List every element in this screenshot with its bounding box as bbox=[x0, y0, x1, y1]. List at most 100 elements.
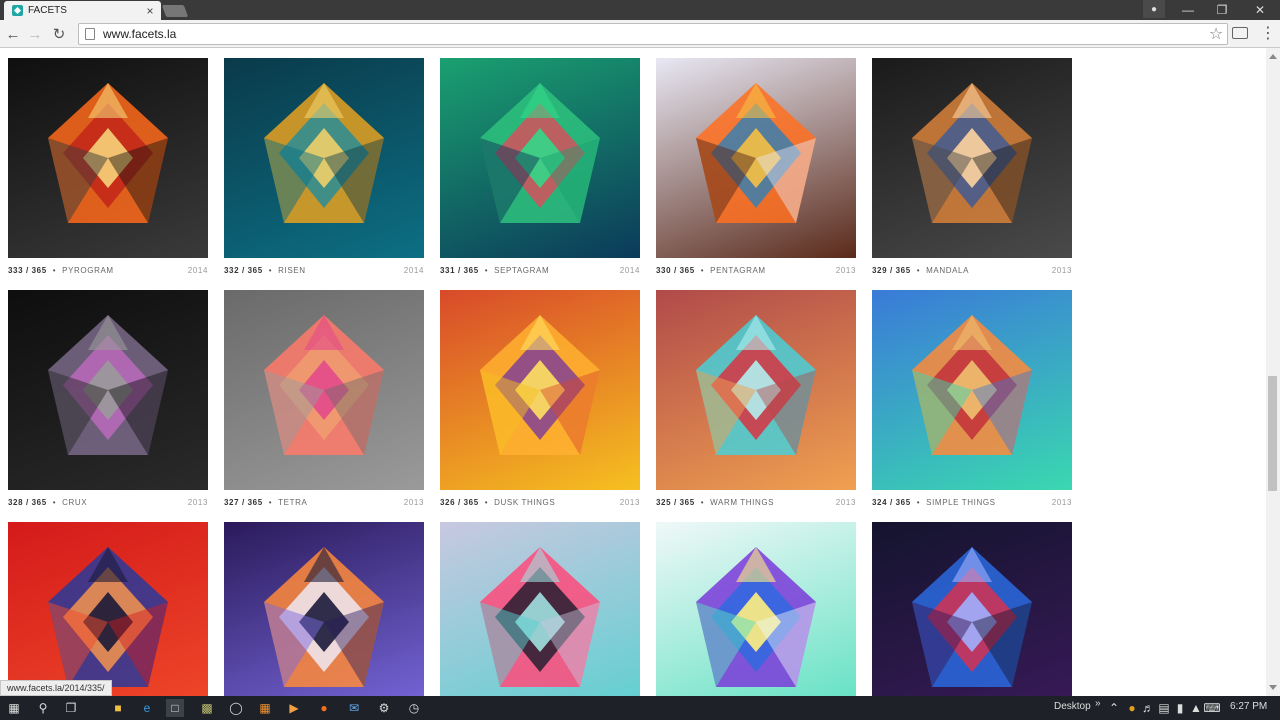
back-arrow-icon[interactable]: ← bbox=[4, 25, 22, 43]
artwork-year: 2013 bbox=[835, 265, 856, 275]
artwork-thumbnail[interactable] bbox=[224, 58, 424, 258]
artwork-title[interactable]: WARM THINGS bbox=[710, 498, 836, 507]
artwork-year: 2014 bbox=[187, 265, 208, 275]
wifi-icon[interactable]: ▲ bbox=[1189, 699, 1203, 717]
gallery-card[interactable]: 327 / 365 • TETRA 2013 bbox=[224, 290, 424, 514]
gallery-card[interactable]: 329 / 365 • MANDALA 2013 bbox=[872, 58, 1072, 282]
artwork-number: 332 / 365 bbox=[224, 265, 263, 275]
artwork-number: 324 / 365 bbox=[872, 497, 911, 507]
caption-separator: • bbox=[268, 497, 273, 507]
artwork-year: 2013 bbox=[1051, 265, 1072, 275]
artwork-number: 328 / 365 bbox=[8, 497, 47, 507]
bookmark-star-icon[interactable]: ☆ bbox=[1205, 24, 1227, 44]
vertical-scrollbar[interactable] bbox=[1266, 48, 1280, 696]
gallery-card[interactable]: 324 / 365 • SIMPLE THINGS 2013 bbox=[872, 290, 1072, 514]
chrome-window-icon[interactable]: □ bbox=[166, 699, 184, 717]
network-icon[interactable]: ▤ bbox=[1157, 699, 1171, 717]
gallery-card[interactable] bbox=[440, 522, 640, 696]
artwork-thumbnail[interactable] bbox=[8, 290, 208, 490]
close-window-icon[interactable]: ✕ bbox=[1244, 0, 1276, 20]
artwork-thumbnail[interactable] bbox=[872, 290, 1072, 490]
artwork-thumbnail[interactable] bbox=[440, 290, 640, 490]
artwork-title[interactable]: SIMPLE THINGS bbox=[926, 498, 1052, 507]
profile-icon[interactable]: ● bbox=[1143, 0, 1165, 18]
artwork-title[interactable]: RISEN bbox=[278, 266, 404, 275]
caption-separator: • bbox=[484, 497, 489, 507]
hp-app-icon[interactable]: ◯ bbox=[227, 699, 245, 717]
gallery-card[interactable] bbox=[872, 522, 1072, 696]
scroll-down-icon[interactable] bbox=[1269, 685, 1277, 690]
menu-icon[interactable]: ⋮ bbox=[1260, 24, 1276, 44]
artwork-title[interactable]: PENTAGRAM bbox=[710, 266, 836, 275]
gallery-card[interactable]: 330 / 365 • PENTAGRAM 2013 bbox=[656, 58, 856, 282]
gallery-card[interactable] bbox=[224, 522, 424, 696]
file-explorer-icon[interactable]: ■ bbox=[109, 699, 127, 717]
cast-icon[interactable] bbox=[1232, 27, 1248, 39]
tray-app-icon[interactable]: ● bbox=[1125, 699, 1139, 717]
clock-time[interactable]: 6:27 PM bbox=[1230, 701, 1267, 712]
caption-separator: • bbox=[268, 265, 273, 275]
restore-icon[interactable]: ❐ bbox=[1206, 0, 1238, 20]
gallery-card[interactable]: 326 / 365 • DUSK THINGS 2013 bbox=[440, 290, 640, 514]
chevron-up-icon[interactable]: ⌃ bbox=[1107, 699, 1121, 717]
artwork-thumbnail[interactable] bbox=[440, 522, 640, 696]
gallery-card[interactable] bbox=[656, 522, 856, 696]
artwork-title[interactable]: SEPTAGRAM bbox=[494, 266, 620, 275]
battery-icon[interactable]: ▮ bbox=[1173, 699, 1187, 717]
artwork-number: 333 / 365 bbox=[8, 265, 47, 275]
search-icon[interactable]: ⚲ bbox=[34, 699, 52, 717]
artwork-thumbnail[interactable] bbox=[8, 522, 208, 696]
minimize-icon[interactable]: — bbox=[1172, 0, 1204, 20]
gallery-card[interactable]: 333 / 365 • PYROGRAM 2014 bbox=[8, 58, 208, 282]
gallery-card[interactable]: 328 / 365 • CRUX 2013 bbox=[8, 290, 208, 514]
artwork-title[interactable]: DUSK THINGS bbox=[494, 498, 620, 507]
media-player-icon[interactable]: ▶ bbox=[285, 699, 303, 717]
artwork-thumbnail[interactable] bbox=[872, 522, 1072, 696]
artwork-caption: 326 / 365 • DUSK THINGS 2013 bbox=[440, 490, 640, 514]
volume-icon[interactable]: ♬ bbox=[1141, 699, 1155, 717]
grid-app-icon[interactable]: ▦ bbox=[256, 699, 274, 717]
show-desktop-button[interactable] bbox=[1266, 699, 1276, 717]
scrollbar-thumb[interactable] bbox=[1268, 376, 1277, 491]
caption-separator: • bbox=[916, 265, 921, 275]
artwork-title[interactable]: MANDALA bbox=[926, 266, 1052, 275]
desktop-toolbar-label[interactable]: Desktop bbox=[1054, 701, 1091, 712]
tab-facets[interactable]: FACETS × bbox=[4, 1, 161, 20]
keyboard-icon[interactable]: ⌨ bbox=[1203, 699, 1220, 717]
new-tab-button[interactable] bbox=[161, 5, 189, 17]
edge-browser-icon[interactable]: e bbox=[138, 699, 156, 717]
steam-icon[interactable]: ⚙ bbox=[375, 699, 393, 717]
folder-app-icon[interactable]: ▩ bbox=[198, 699, 216, 717]
start-windows-icon[interactable]: ▦ bbox=[5, 699, 23, 717]
windows-taskbar: ▦ ⚲ ❐ ■ e □ ▩ ◯ ▦ ▶ ● ✉ ⚙ ◷ Desktop » ⌃ … bbox=[0, 696, 1280, 720]
artwork-thumbnail[interactable] bbox=[440, 58, 640, 258]
gallery-card[interactable]: 325 / 365 • WARM THINGS 2013 bbox=[656, 290, 856, 514]
artwork-thumbnail[interactable] bbox=[656, 522, 856, 696]
gallery-card[interactable] bbox=[8, 522, 208, 696]
mail-app-icon[interactable]: ✉ bbox=[345, 699, 363, 717]
close-tab-icon[interactable]: × bbox=[143, 5, 157, 17]
firefox-icon[interactable]: ● bbox=[315, 699, 333, 717]
clock-app-icon[interactable]: ◷ bbox=[405, 699, 423, 717]
artwork-thumbnail[interactable] bbox=[872, 58, 1072, 258]
artwork-year: 2013 bbox=[403, 497, 424, 507]
artwork-thumbnail[interactable] bbox=[8, 58, 208, 258]
artwork-title[interactable]: CRUX bbox=[62, 498, 188, 507]
artwork-thumbnail[interactable] bbox=[224, 522, 424, 696]
artwork-thumbnail[interactable] bbox=[656, 290, 856, 490]
artwork-title[interactable]: PYROGRAM bbox=[62, 266, 188, 275]
url-text[interactable]: www.facets.la bbox=[103, 27, 1205, 41]
artwork-title[interactable]: TETRA bbox=[278, 498, 404, 507]
task-view-icon[interactable]: ❐ bbox=[62, 699, 80, 717]
forward-arrow-icon[interactable]: → bbox=[26, 25, 44, 43]
gallery-card[interactable]: 331 / 365 • SEPTAGRAM 2014 bbox=[440, 58, 640, 282]
scroll-up-icon[interactable] bbox=[1269, 54, 1277, 59]
artwork-caption: 331 / 365 • SEPTAGRAM 2014 bbox=[440, 258, 640, 282]
artwork-caption: 328 / 365 • CRUX 2013 bbox=[8, 490, 208, 514]
gallery-card[interactable]: 332 / 365 • RISEN 2014 bbox=[224, 58, 424, 282]
reload-icon[interactable]: ↻ bbox=[50, 25, 68, 43]
toolbar-chevron[interactable]: » bbox=[1095, 698, 1101, 709]
artwork-thumbnail[interactable] bbox=[656, 58, 856, 258]
artwork-thumbnail[interactable] bbox=[224, 290, 424, 490]
address-bar[interactable]: www.facets.la ☆ bbox=[78, 23, 1228, 45]
